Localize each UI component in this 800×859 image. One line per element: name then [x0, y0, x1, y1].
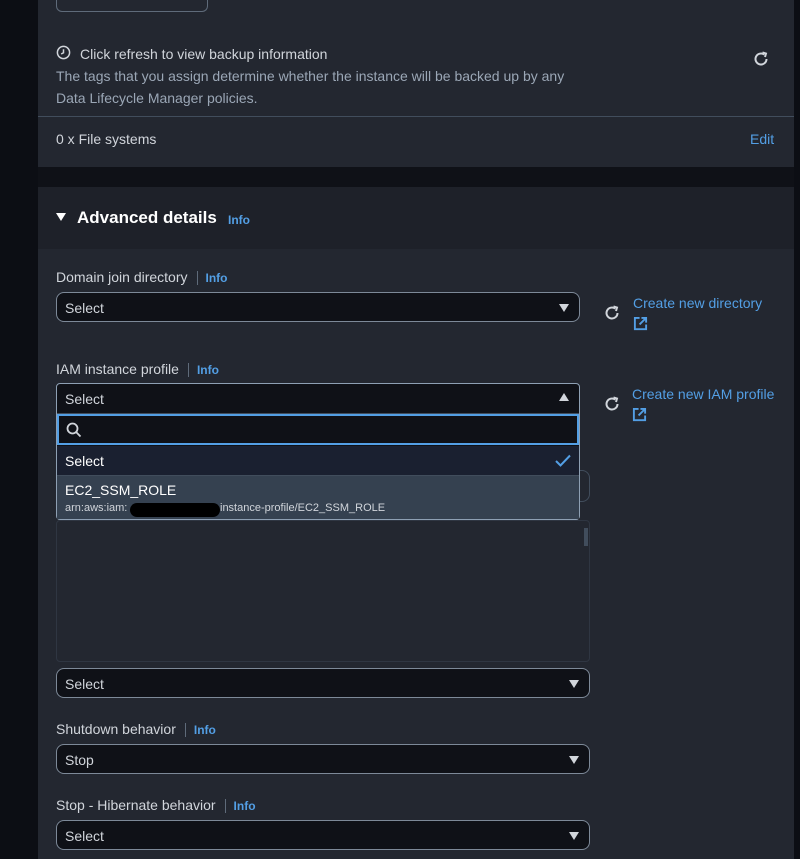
create-new-iam-profile-link[interactable]: Create new IAM profile	[632, 386, 774, 402]
chevron-down-icon	[569, 756, 579, 764]
iam-profile-search-input[interactable]	[57, 414, 579, 445]
hidden-scroll-thumb	[584, 528, 588, 546]
hibernate-behavior-label: Stop - Hibernate behavior Info	[56, 797, 256, 814]
caret-down-icon[interactable]	[56, 213, 66, 221]
iam-option-arn-suffix: instance-profile/EC2_SSM_ROLE	[220, 502, 386, 514]
domain-join-info-link[interactable]: Info	[206, 271, 228, 285]
iam-profile-dropdown[interactable]: Select Select EC2_SSM_ROLE arn:aws:iam: …	[56, 383, 580, 520]
advanced-details-header[interactable]: Advanced details Info	[38, 187, 794, 249]
iam-profile-select-value: Select	[65, 391, 104, 407]
shutdown-behavior-label: Shutdown behavior Info	[56, 721, 216, 738]
chevron-up-icon	[559, 393, 569, 401]
hibernate-behavior-info-link[interactable]: Info	[234, 799, 256, 813]
chevron-down-icon	[569, 832, 579, 840]
hidden-textarea	[56, 520, 590, 662]
iam-profile-label: IAM instance profile Info	[56, 361, 219, 378]
file-systems-label: 0 x File systems	[56, 131, 157, 147]
search-icon	[66, 422, 82, 438]
refresh-iam-icon[interactable]	[603, 395, 621, 413]
collapsed-field-stub	[56, 0, 208, 12]
iam-profile-select[interactable]: Select	[57, 384, 579, 414]
hibernate-behavior-value: Select	[65, 828, 104, 844]
clock-icon	[56, 45, 71, 60]
domain-join-select-value: Select	[65, 300, 104, 316]
hidden-select[interactable]: Select	[56, 668, 590, 698]
chevron-down-icon	[569, 680, 579, 688]
check-icon	[555, 454, 571, 467]
shutdown-behavior-value: Stop	[65, 752, 94, 768]
iam-option-ec2-ssm-role[interactable]: EC2_SSM_ROLE arn:aws:iam: instance-profi…	[57, 476, 579, 519]
iam-option-arn-prefix: arn:aws:iam:	[65, 502, 128, 514]
refresh-directory-icon[interactable]	[603, 304, 621, 322]
left-edge	[0, 0, 38, 859]
advanced-details-title: Advanced details	[77, 208, 217, 227]
external-link-icon[interactable]	[633, 316, 648, 331]
domain-join-label-text: Domain join directory	[56, 269, 188, 285]
backup-info-description-2: Data Lifecycle Manager policies.	[56, 90, 258, 106]
right-scrollbar-track[interactable]	[794, 0, 800, 859]
hidden-select-value: Select	[65, 676, 104, 692]
chevron-down-icon	[559, 304, 569, 312]
storage-panel: Click refresh to view backup information…	[38, 0, 794, 167]
refresh-backup-icon[interactable]	[752, 50, 770, 68]
redacted-account-id	[130, 503, 220, 517]
advanced-details-info-link[interactable]: Info	[228, 213, 250, 227]
domain-join-label: Domain join directory Info	[56, 269, 228, 286]
iam-option-select[interactable]: Select	[57, 446, 579, 476]
iam-profile-label-text: IAM instance profile	[56, 361, 179, 377]
backup-info-description-1: The tags that you assign determine wheth…	[56, 68, 565, 84]
iam-profile-info-link[interactable]: Info	[197, 363, 219, 377]
divider	[38, 116, 794, 117]
edit-file-systems-link[interactable]: Edit	[750, 131, 774, 147]
external-link-icon[interactable]	[632, 407, 647, 422]
backup-info-title: Click refresh to view backup information	[80, 46, 328, 62]
shutdown-behavior-info-link[interactable]: Info	[194, 723, 216, 737]
hibernate-behavior-select[interactable]: Select	[56, 820, 590, 850]
iam-option-select-label: Select	[65, 453, 104, 469]
iam-option-label: EC2_SSM_ROLE	[65, 482, 177, 498]
create-new-directory-link[interactable]: Create new directory	[633, 295, 762, 311]
shutdown-behavior-select[interactable]: Stop	[56, 744, 590, 774]
hibernate-behavior-label-text: Stop - Hibernate behavior	[56, 797, 216, 813]
shutdown-behavior-label-text: Shutdown behavior	[56, 721, 176, 737]
domain-join-select[interactable]: Select	[56, 292, 580, 322]
